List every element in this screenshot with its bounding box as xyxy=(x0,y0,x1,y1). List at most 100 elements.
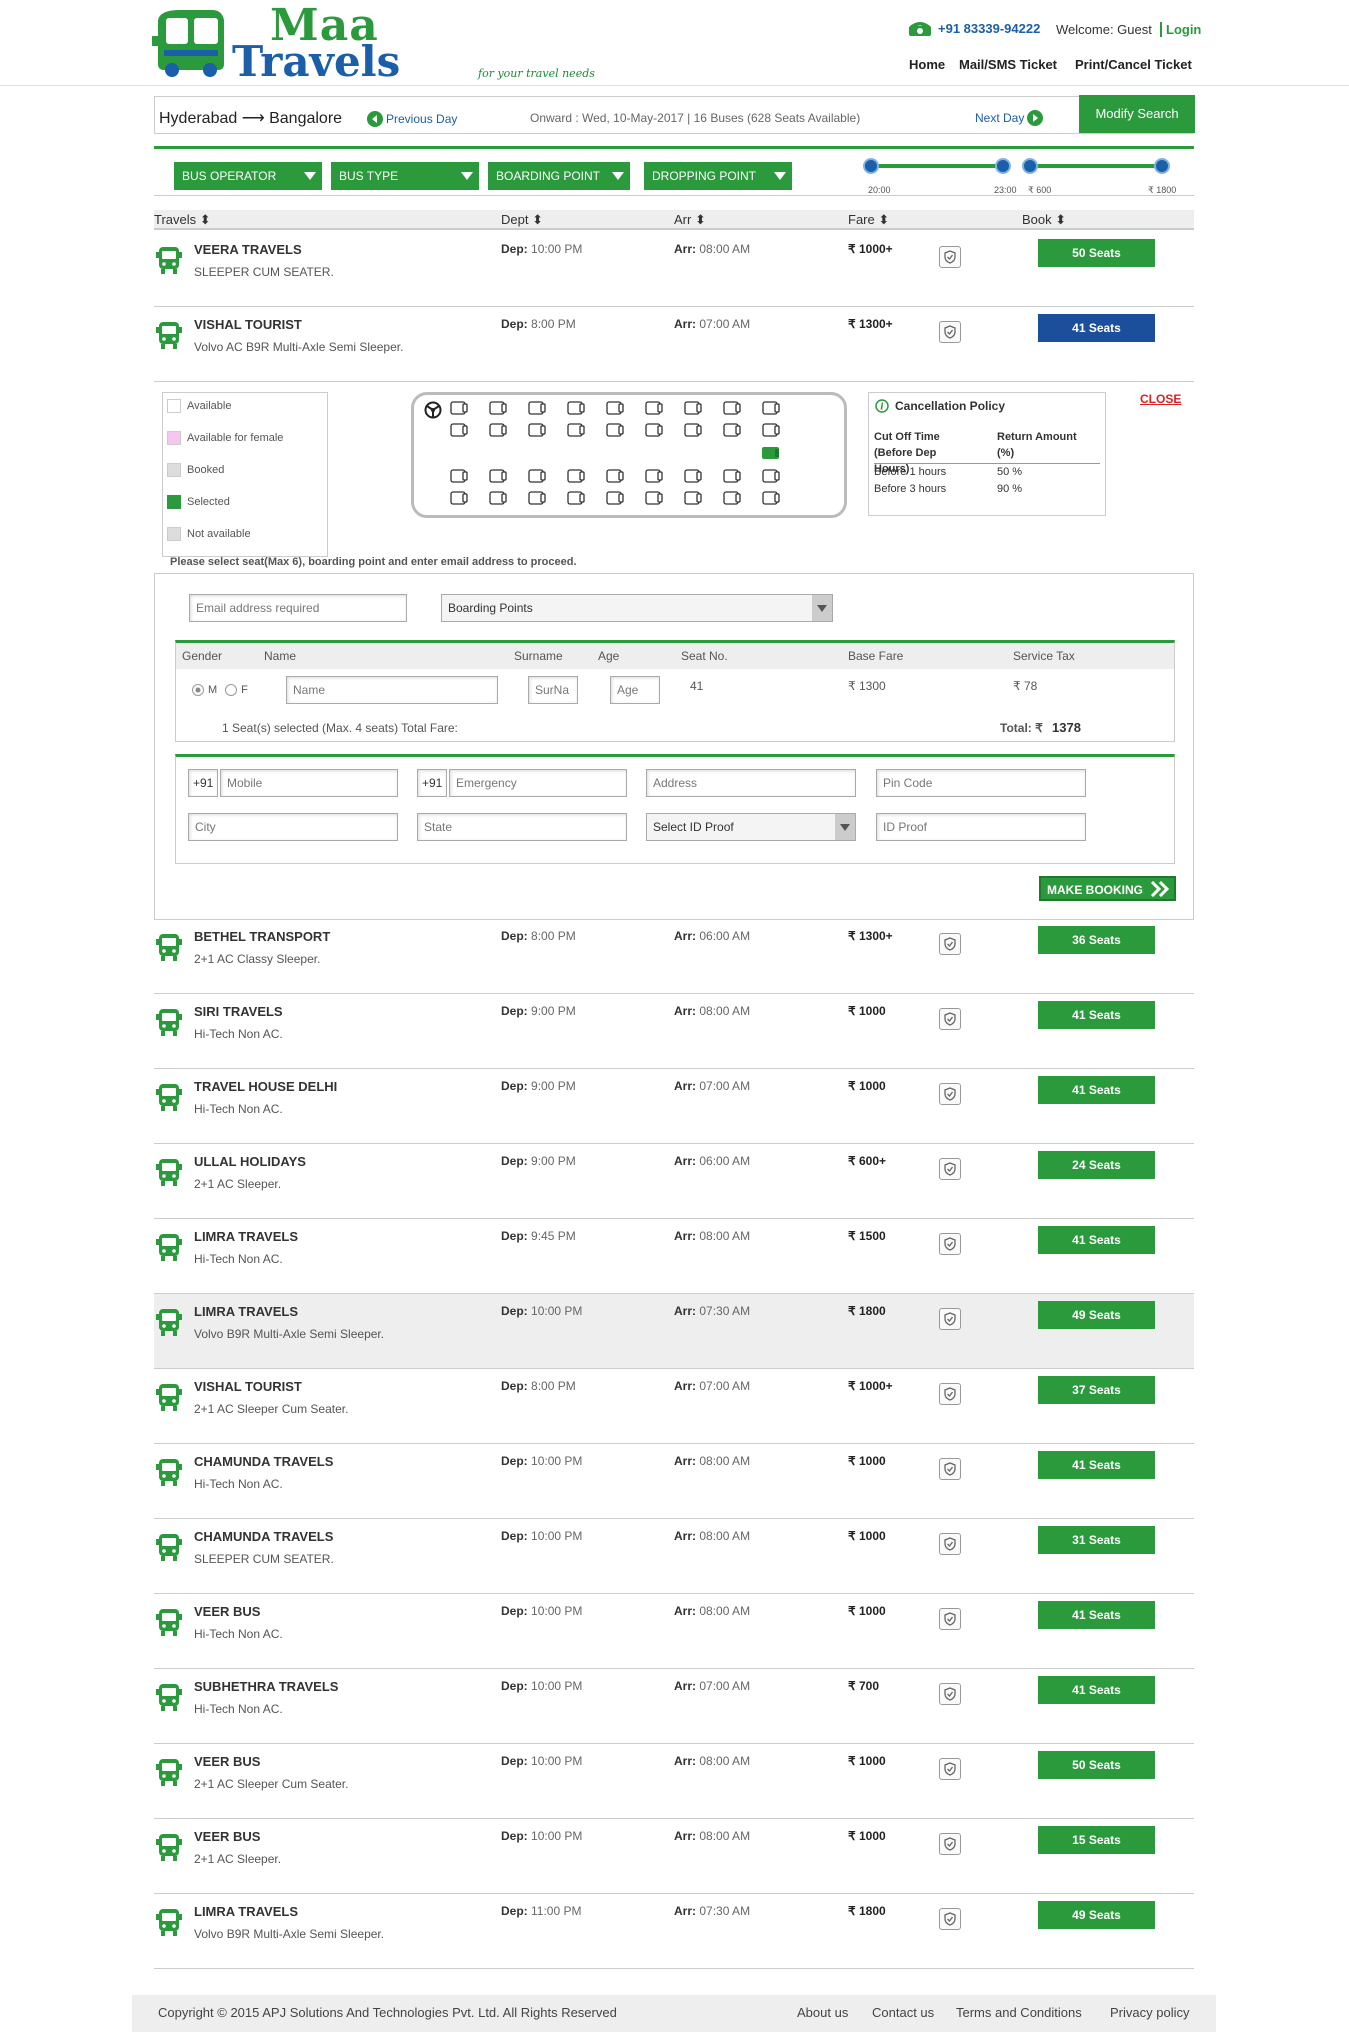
city-input[interactable]: City xyxy=(188,813,398,841)
shield-check-icon[interactable] xyxy=(939,1683,961,1705)
time-slider-max-handle[interactable] xyxy=(995,158,1011,174)
seat[interactable] xyxy=(762,401,780,415)
seats-button[interactable]: 41 Seats xyxy=(1038,1001,1155,1029)
seats-button[interactable]: 49 Seats xyxy=(1038,1301,1155,1329)
seats-button[interactable]: 36 Seats xyxy=(1038,926,1155,954)
shield-check-icon[interactable] xyxy=(939,1758,961,1780)
shield-check-icon[interactable] xyxy=(939,246,961,268)
seats-button[interactable]: 41 Seats xyxy=(1038,314,1155,342)
filter-boarding-point[interactable]: BOARDING POINT xyxy=(488,162,630,190)
fare-slider-max-handle[interactable] xyxy=(1154,158,1170,174)
seat[interactable] xyxy=(762,423,780,437)
seat[interactable] xyxy=(723,469,741,483)
shield-check-icon[interactable] xyxy=(939,1908,961,1930)
login-link[interactable]: Login xyxy=(1160,22,1201,37)
seat[interactable] xyxy=(684,491,702,505)
seat[interactable] xyxy=(489,469,507,483)
pin-code-input[interactable]: Pin Code xyxy=(876,769,1086,797)
gender-f-radio[interactable] xyxy=(225,684,238,696)
seat[interactable] xyxy=(567,469,585,483)
shield-check-icon[interactable] xyxy=(939,933,961,955)
state-input[interactable]: State xyxy=(417,813,627,841)
seats-button[interactable]: 15 Seats xyxy=(1038,1826,1155,1854)
gender-m-radio[interactable] xyxy=(192,684,204,696)
col-arr[interactable]: Arr ⬍ xyxy=(674,212,706,228)
col-book[interactable]: Book ⬍ xyxy=(1022,212,1066,228)
seat[interactable] xyxy=(450,401,468,415)
address-input[interactable]: Address xyxy=(646,769,856,797)
filter-bus-type[interactable]: BUS TYPE xyxy=(331,162,479,190)
fare-slider-min-handle[interactable] xyxy=(1022,158,1038,174)
seat[interactable] xyxy=(528,401,546,415)
boarding-points-select[interactable]: Boarding Points xyxy=(441,594,833,622)
seat[interactable] xyxy=(567,491,585,505)
col-travels[interactable]: Travels ⬍ xyxy=(154,212,211,228)
seat[interactable] xyxy=(645,401,663,415)
seats-button[interactable]: 31 Seats xyxy=(1038,1526,1155,1554)
seat[interactable] xyxy=(723,491,741,505)
shield-check-icon[interactable] xyxy=(939,1458,961,1480)
seat[interactable] xyxy=(567,423,585,437)
seats-button[interactable]: 24 Seats xyxy=(1038,1151,1155,1179)
seat[interactable] xyxy=(645,469,663,483)
seat[interactable] xyxy=(450,423,468,437)
shield-check-icon[interactable] xyxy=(939,1008,961,1030)
time-slider-min-handle[interactable] xyxy=(863,158,879,174)
passenger-surname-input[interactable]: SurNa xyxy=(528,676,578,704)
filter-dropping-point[interactable]: DROPPING POINT xyxy=(644,162,792,190)
seat[interactable] xyxy=(528,469,546,483)
seat[interactable] xyxy=(450,469,468,483)
seats-button[interactable]: 41 Seats xyxy=(1038,1226,1155,1254)
seats-button[interactable]: 41 Seats xyxy=(1038,1451,1155,1479)
seat[interactable] xyxy=(684,401,702,415)
nav-mail-sms-ticket[interactable]: Mail/SMS Ticket xyxy=(959,57,1057,72)
seat[interactable] xyxy=(684,469,702,483)
seat[interactable] xyxy=(684,423,702,437)
seat[interactable] xyxy=(489,423,507,437)
modify-search-button[interactable]: Modify Search xyxy=(1079,95,1195,133)
footer-contact-us[interactable]: Contact us xyxy=(872,2005,934,2020)
seat[interactable] xyxy=(762,469,780,483)
shield-check-icon[interactable] xyxy=(939,1308,961,1330)
next-day-link[interactable]: Next Day xyxy=(975,110,1044,126)
filter-bus-operator[interactable]: BUS OPERATOR xyxy=(174,162,322,190)
footer-privacy-policy[interactable]: Privacy policy xyxy=(1110,2005,1189,2020)
shield-check-icon[interactable] xyxy=(939,1158,961,1180)
seat[interactable] xyxy=(606,469,624,483)
id-proof-select[interactable]: Select ID Proof xyxy=(646,813,856,841)
id-proof-input[interactable]: ID Proof xyxy=(876,813,1086,841)
seats-button[interactable]: 41 Seats xyxy=(1038,1076,1155,1104)
footer-about-us[interactable]: About us xyxy=(797,2005,848,2020)
shield-check-icon[interactable] xyxy=(939,1233,961,1255)
shield-check-icon[interactable] xyxy=(939,1608,961,1630)
seat[interactable] xyxy=(606,423,624,437)
seat-selected[interactable] xyxy=(762,446,780,460)
seats-button[interactable]: 50 Seats xyxy=(1038,239,1155,267)
shield-check-icon[interactable] xyxy=(939,321,961,343)
close-button[interactable]: CLOSE xyxy=(1140,392,1181,406)
seats-button[interactable]: 37 Seats xyxy=(1038,1376,1155,1404)
shield-check-icon[interactable] xyxy=(939,1833,961,1855)
seat[interactable] xyxy=(645,491,663,505)
seats-button[interactable]: 41 Seats xyxy=(1038,1676,1155,1704)
footer-terms[interactable]: Terms and Conditions xyxy=(956,2005,1082,2020)
seats-button[interactable]: 41 Seats xyxy=(1038,1601,1155,1629)
seat[interactable] xyxy=(528,491,546,505)
email-field[interactable]: Email address required xyxy=(189,594,407,622)
seat[interactable] xyxy=(567,401,585,415)
passenger-name-input[interactable]: Name xyxy=(286,676,498,704)
seat[interactable] xyxy=(762,491,780,505)
mobile-input[interactable]: Mobile xyxy=(220,769,398,797)
nav-print-cancel-ticket[interactable]: Print/Cancel Ticket xyxy=(1075,57,1192,72)
seat[interactable] xyxy=(450,491,468,505)
seat[interactable] xyxy=(606,401,624,415)
shield-check-icon[interactable] xyxy=(939,1083,961,1105)
make-booking-button[interactable]: MAKE BOOKING xyxy=(1039,876,1176,901)
shield-check-icon[interactable] xyxy=(939,1533,961,1555)
nav-home[interactable]: Home xyxy=(909,57,945,72)
emergency-input[interactable]: Emergency xyxy=(449,769,627,797)
shield-check-icon[interactable] xyxy=(939,1383,961,1405)
seat[interactable] xyxy=(489,401,507,415)
seat[interactable] xyxy=(723,423,741,437)
seat[interactable] xyxy=(489,491,507,505)
